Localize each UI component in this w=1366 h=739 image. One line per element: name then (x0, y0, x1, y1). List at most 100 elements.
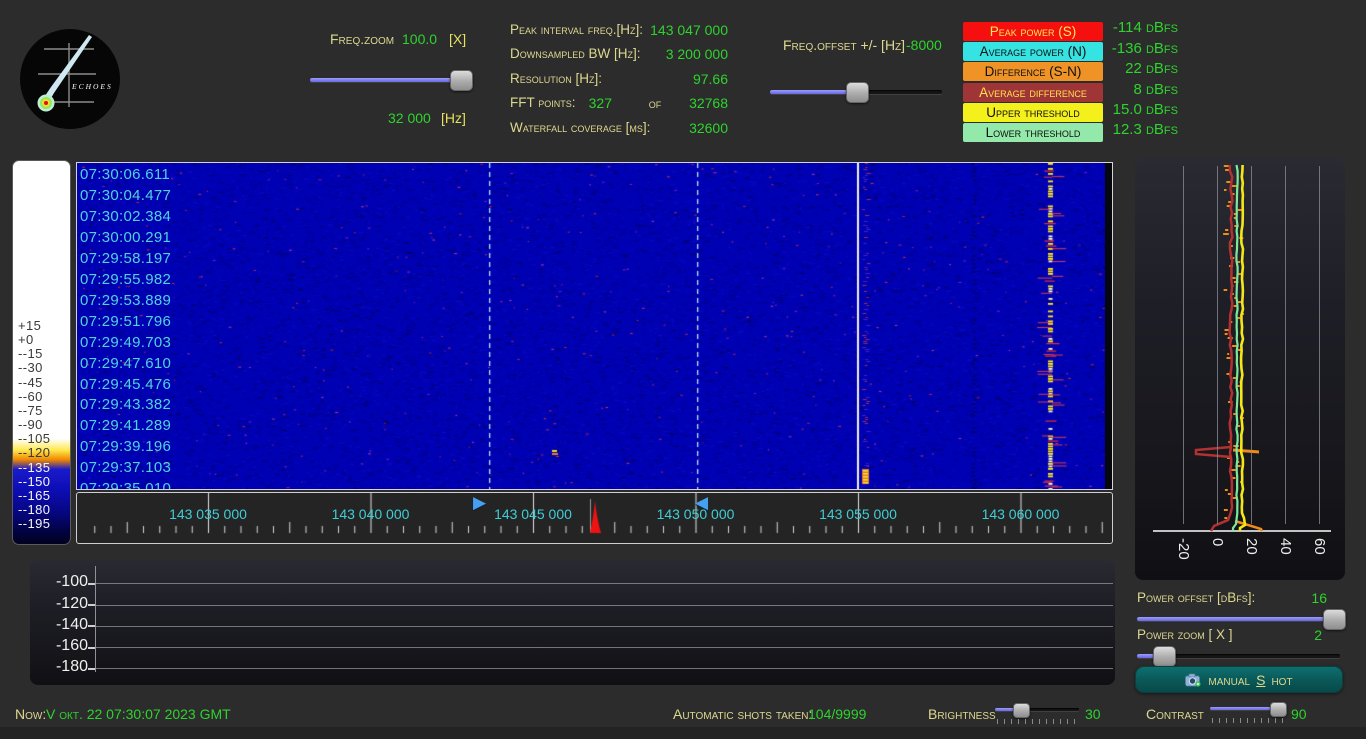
waterfall-canvas[interactable] (77, 163, 1112, 489)
freq-zoom-slider-thumb[interactable] (450, 70, 473, 91)
info-label: Downsampled BW [Hz]: (510, 46, 641, 61)
upper-threshold-trace (1240, 165, 1245, 531)
brightness-slider-thumb[interactable] (1013, 703, 1030, 718)
lower-threshold-trace (1233, 165, 1238, 531)
dbfs-value-peak-power-s: -114 dBfs (1113, 19, 1178, 36)
info-row-fft-points: FFT points:327of32768 (510, 95, 728, 112)
brightness-label: Brightness (928, 706, 996, 722)
camera-icon (1185, 673, 1202, 687)
spectrum-plot-gridline (1251, 166, 1252, 524)
power-plot-tick (88, 604, 95, 606)
freq-offset-label: Freq.offset +/- [Hz] (783, 37, 905, 53)
spectrum-plot-gridline (1183, 166, 1184, 524)
power-offset-slider[interactable] (1137, 609, 1340, 629)
power-plot-gridline (95, 583, 1113, 584)
freq-span-value: 32 000 (388, 110, 431, 126)
difference-speckle (1224, 509, 1228, 511)
spectrum-plot-xlabel: 60 (1311, 538, 1328, 576)
spectrum-plot-xlabel: 0 (1209, 538, 1226, 576)
info-row-resolution-hz: Resolution [Hz]: 97.66 (510, 71, 728, 88)
power-offset-slider-thumb[interactable] (1323, 609, 1346, 630)
spectrum-plot-xlabel: 20 (1243, 538, 1260, 576)
power-plot-ylabel: -140 (36, 616, 88, 634)
power-zoom-slider-thumb[interactable] (1153, 646, 1176, 667)
difference-speckle (1225, 489, 1228, 491)
difference-speckle (1233, 413, 1235, 415)
power-offset-value: 16 (1237, 590, 1327, 606)
colorbar-label: --120 (18, 445, 50, 460)
power-plot-tick (88, 625, 95, 627)
difference-speckle (1225, 329, 1230, 331)
brightness-slider-track[interactable] (995, 708, 1079, 711)
difference-speckle (1224, 189, 1227, 191)
info-value-2: 32768 (689, 95, 728, 111)
legend-button-upper-threshold[interactable]: Upper threshold (963, 103, 1103, 122)
power-plot-tick (88, 583, 95, 585)
power-plot-tick (88, 647, 95, 649)
manual-shot-label-key: S (1256, 672, 1265, 688)
legend-button-average-power-n[interactable]: Average power (N) (963, 42, 1103, 61)
difference-speckle (1227, 205, 1230, 207)
shots-label: Automatic shots taken: (673, 706, 812, 722)
difference-speckle (1225, 333, 1228, 335)
colorbar-label: --45 (18, 375, 43, 390)
power-plot-ylabel: -100 (36, 573, 88, 591)
ruler-canvas[interactable] (77, 493, 1112, 541)
freq-zoom-value: 100.0 (402, 31, 437, 47)
difference-speckle (1232, 277, 1235, 279)
spectrum-plot-gridline (1285, 166, 1286, 524)
brightness-slider[interactable] (995, 703, 1079, 717)
colorbar-label: --135 (18, 460, 50, 475)
freq-offset-slider[interactable] (770, 82, 942, 102)
info-row-downsampled-bw-hz: Downsampled BW [Hz]:3 200 000 (510, 46, 728, 63)
spectrum-plot: -200204060 (1135, 158, 1345, 580)
frequency-ruler[interactable]: ▶ ◀ 143 035 000143 040 000143 045 000143… (76, 492, 1113, 544)
legend-button-difference-s-n[interactable]: Difference (S-N) (963, 62, 1103, 81)
pan-left-icon[interactable]: ◀ (695, 493, 708, 513)
info-label: Waterfall coverage [ms]: (510, 120, 650, 135)
legend-button-average-difference[interactable]: Average difference (963, 83, 1103, 102)
spectrum-plot-xlabel: 40 (1277, 538, 1294, 576)
power-plot-gridline (95, 626, 1113, 627)
contrast-slider-thumb[interactable] (1270, 702, 1287, 717)
power-plot: -100-120-140-160-180 (30, 560, 1115, 685)
info-label: Resolution [Hz]: (510, 71, 602, 86)
difference-speckle (1232, 185, 1237, 187)
power-plot-ylabel: -180 (36, 658, 88, 676)
contrast-slider[interactable] (1210, 702, 1287, 716)
spectrum-traces (1135, 158, 1345, 580)
difference-speckle (1227, 353, 1229, 355)
info-panel: Peak interval freq.[Hz]:143 047 000Downs… (510, 0, 728, 150)
difference-speckle (1224, 165, 1229, 167)
legend-button-lower-threshold[interactable]: Lower threshold (963, 123, 1103, 142)
footer-strip (0, 727, 1366, 739)
power-plot-ylabel: -120 (36, 595, 88, 613)
colorbar-label: --105 (18, 431, 50, 446)
colorbar-label: --180 (18, 502, 50, 517)
colorbar-label: +0 (18, 332, 34, 347)
info-row-waterfall-coverage-ms: Waterfall coverage [ms]:32600 (510, 120, 728, 137)
contrast-slider-ticks (1212, 718, 1287, 723)
colorbar-label: --195 (18, 516, 50, 531)
freq-zoom-label: Freq.zoom (330, 31, 394, 47)
freq-offset-value: -8000 (906, 37, 942, 53)
power-offset-slider-track[interactable] (1137, 617, 1340, 621)
power-zoom-label: Power zoom [ X ] (1137, 627, 1233, 642)
info-value: 97.66 (693, 71, 728, 87)
waterfall-display[interactable]: 07:30:06.61107:30:04.47707:30:02.38407:3… (76, 162, 1113, 490)
now-label: Now: (15, 706, 46, 722)
pan-right-icon[interactable]: ▶ (473, 493, 486, 513)
freq-offset-slider-thumb[interactable] (846, 82, 869, 103)
freq-zoom-slider-track[interactable] (310, 78, 470, 82)
difference-speckle (1227, 357, 1231, 359)
manual-shot-button[interactable]: manual Shot (1135, 666, 1343, 693)
info-label: FFT points: (510, 95, 576, 110)
power-zoom-value: 2 (1232, 627, 1322, 643)
power-zoom-slider[interactable] (1137, 646, 1340, 666)
difference-speckle (1232, 469, 1236, 471)
freq-zoom-slider[interactable] (310, 70, 470, 90)
dbfs-value-upper-threshold: 15.0 dBfs (1113, 101, 1178, 118)
brightness-slider-ticks (997, 719, 1079, 724)
legend-button-peak-power-s[interactable]: Peak power (S) (963, 22, 1103, 41)
colorbar-label: --75 (18, 403, 43, 418)
